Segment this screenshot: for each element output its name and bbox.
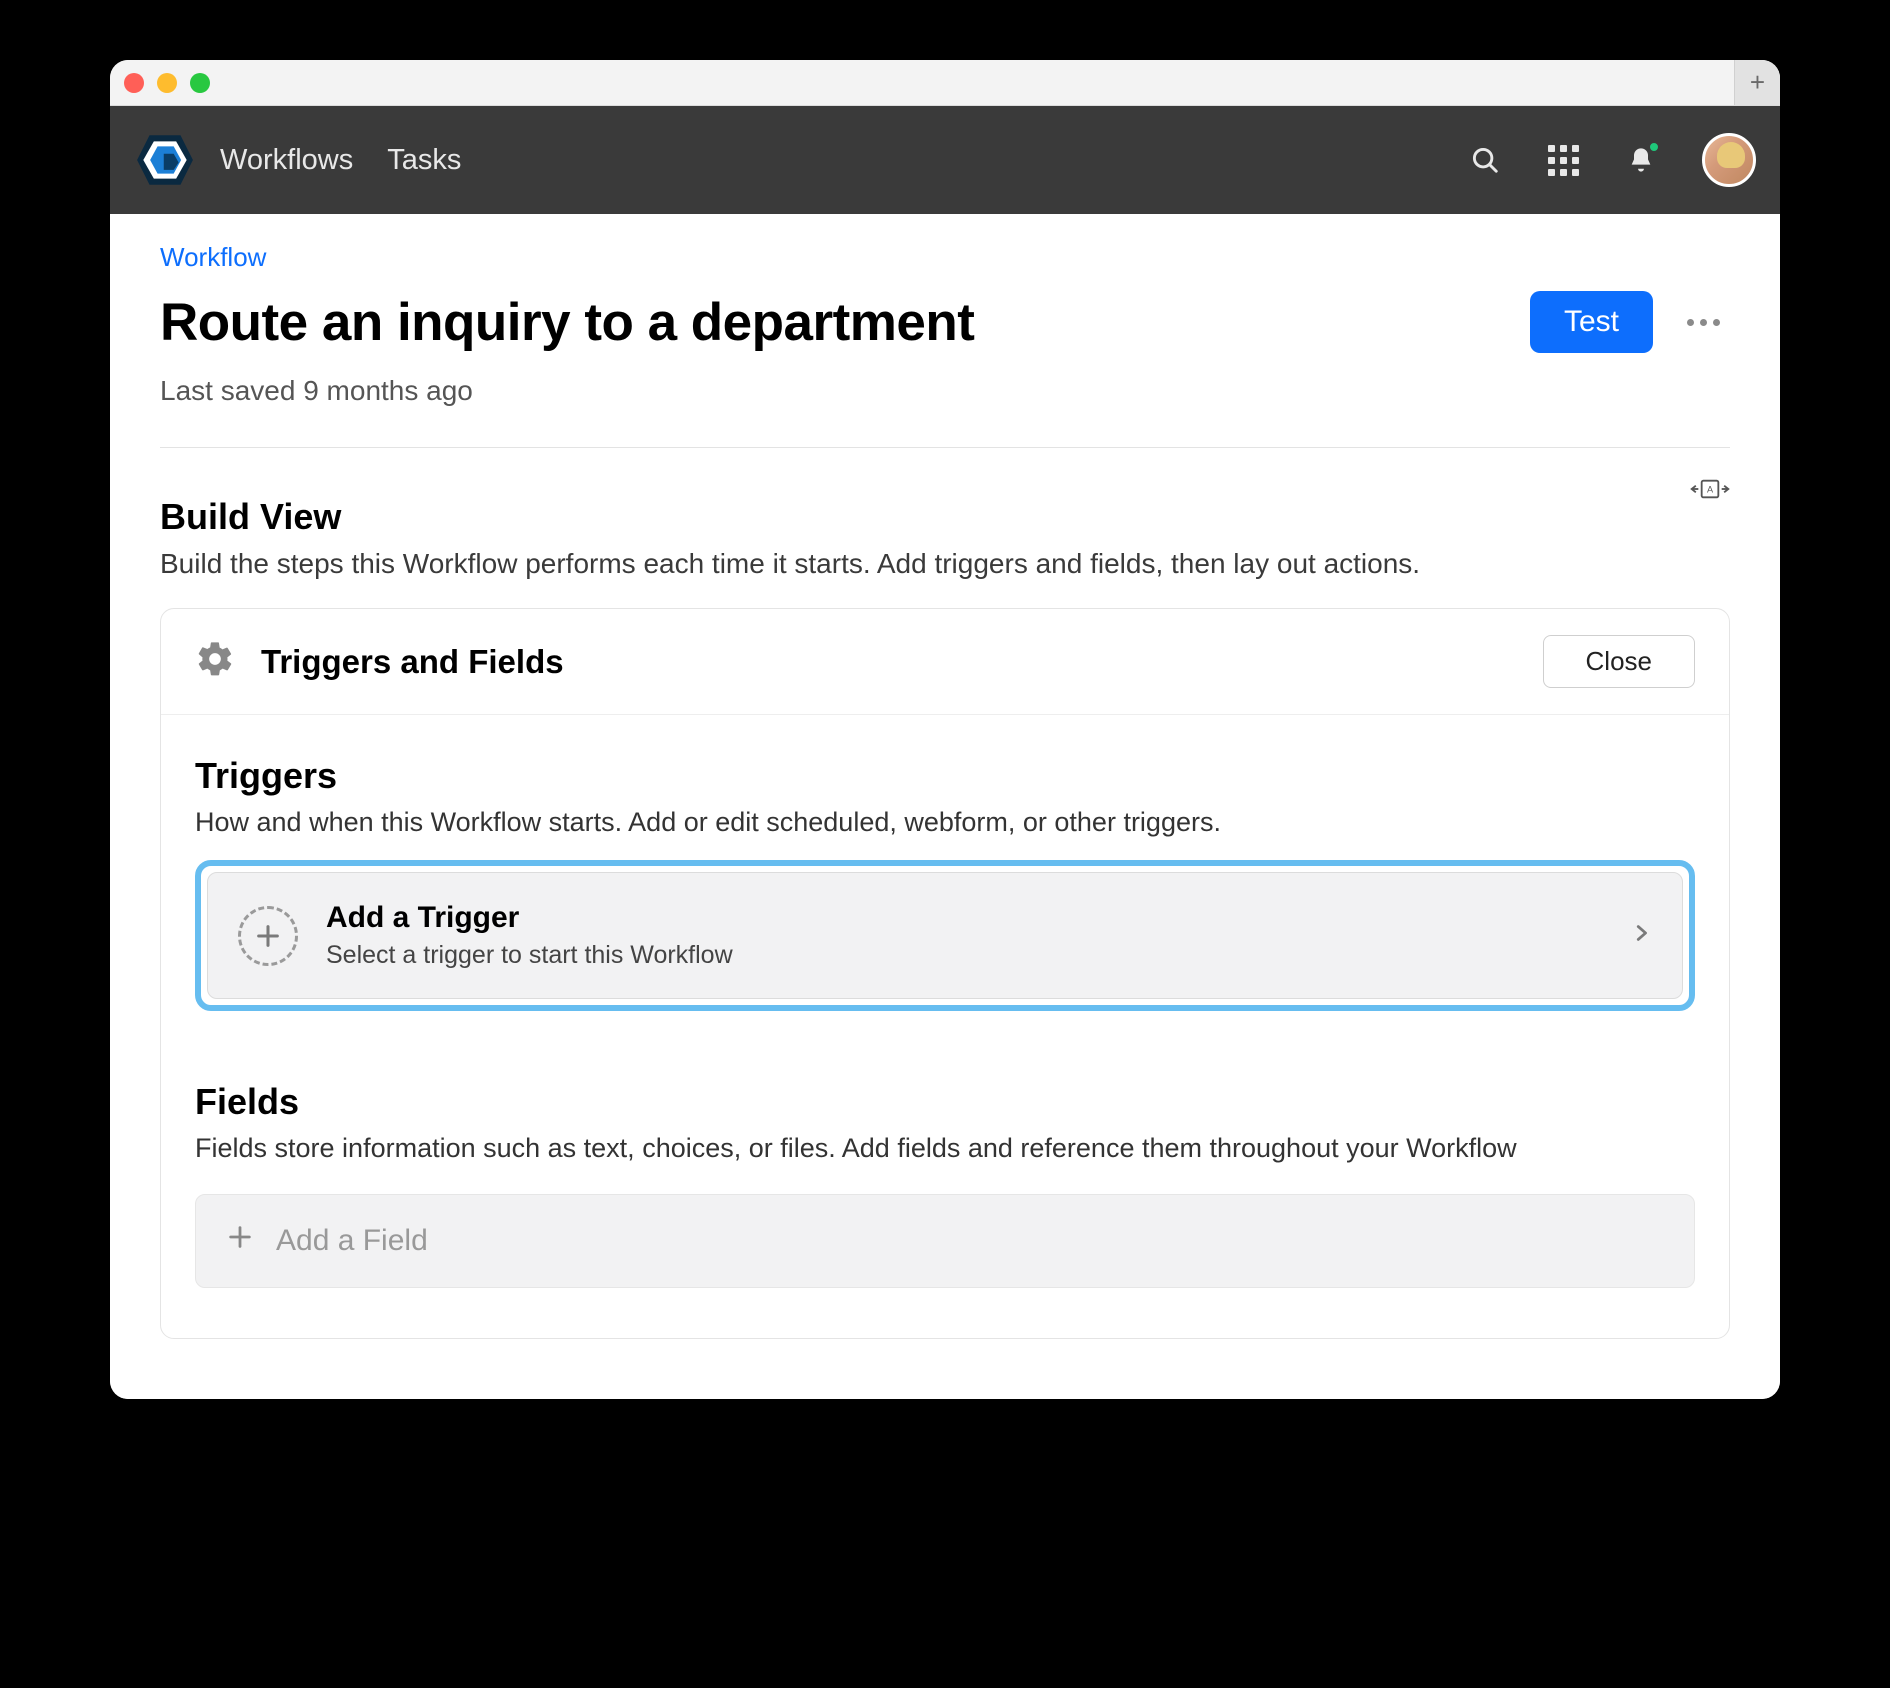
avatar[interactable] [1702, 133, 1756, 187]
triggers-fields-panel: Triggers and Fields Close Triggers How a… [160, 608, 1730, 1339]
test-button[interactable]: Test [1530, 291, 1653, 353]
titlebar: + [110, 60, 1780, 106]
nav-workflows[interactable]: Workflows [220, 144, 353, 177]
build-view-title: Build View [160, 496, 1690, 538]
build-view-subtitle: Build the steps this Workflow performs e… [160, 548, 1690, 580]
add-trigger-card[interactable]: Add a Trigger Select a trigger to start … [195, 860, 1695, 1011]
fields-heading: Fields [195, 1081, 1695, 1123]
search-icon[interactable] [1468, 143, 1502, 177]
add-trigger-text: Add a Trigger Select a trigger to start … [326, 901, 1602, 970]
close-panel-button[interactable]: Close [1543, 635, 1695, 688]
build-view-header: Build View Build the steps this Workflow… [160, 470, 1730, 580]
fields-section: Fields Fields store information such as … [195, 1081, 1695, 1288]
add-trigger-subtitle: Select a trigger to start this Workflow [326, 941, 1602, 970]
close-window-button[interactable] [124, 73, 144, 93]
app-window: + Workflows Tasks [110, 60, 1780, 1399]
app-logo[interactable] [134, 129, 196, 191]
top-nav-right [1468, 133, 1756, 187]
top-nav: Workflows Tasks [110, 106, 1780, 214]
last-saved: Last saved 9 months ago [160, 375, 1730, 407]
plus-dashed-icon [238, 906, 298, 966]
add-field-label: Add a Field [276, 1224, 428, 1258]
breadcrumb[interactable]: Workflow [160, 242, 1730, 273]
gear-icon [195, 639, 235, 684]
plus-icon [226, 1223, 254, 1259]
add-field-button[interactable]: Add a Field [195, 1194, 1695, 1288]
more-menu-button[interactable] [1677, 309, 1730, 336]
add-trigger-title: Add a Trigger [326, 901, 1602, 935]
divider [160, 447, 1730, 448]
new-tab-button[interactable]: + [1734, 60, 1780, 105]
triggers-subtitle: How and when this Workflow starts. Add o… [195, 807, 1695, 838]
notifications-icon[interactable] [1624, 143, 1658, 177]
minimize-window-button[interactable] [157, 73, 177, 93]
panel-body: Triggers How and when this Workflow star… [161, 715, 1729, 1338]
fields-subtitle: Fields store information such as text, c… [195, 1133, 1695, 1164]
chevron-right-icon [1630, 916, 1652, 955]
svg-text:A: A [1707, 484, 1714, 494]
page-title: Route an inquiry to a department [160, 292, 1506, 353]
expand-icon[interactable]: A [1690, 474, 1730, 509]
window-controls [124, 73, 210, 93]
maximize-window-button[interactable] [190, 73, 210, 93]
page-content: Workflow Route an inquiry to a departmen… [110, 214, 1780, 1399]
panel-title: Triggers and Fields [261, 643, 1517, 681]
triggers-heading: Triggers [195, 755, 1695, 797]
apps-icon[interactable] [1546, 143, 1580, 177]
panel-header: Triggers and Fields Close [161, 609, 1729, 715]
notification-dot [1648, 141, 1660, 153]
nav-links: Workflows Tasks [220, 144, 461, 177]
title-row: Route an inquiry to a department Test [160, 291, 1730, 353]
nav-tasks[interactable]: Tasks [387, 144, 461, 177]
